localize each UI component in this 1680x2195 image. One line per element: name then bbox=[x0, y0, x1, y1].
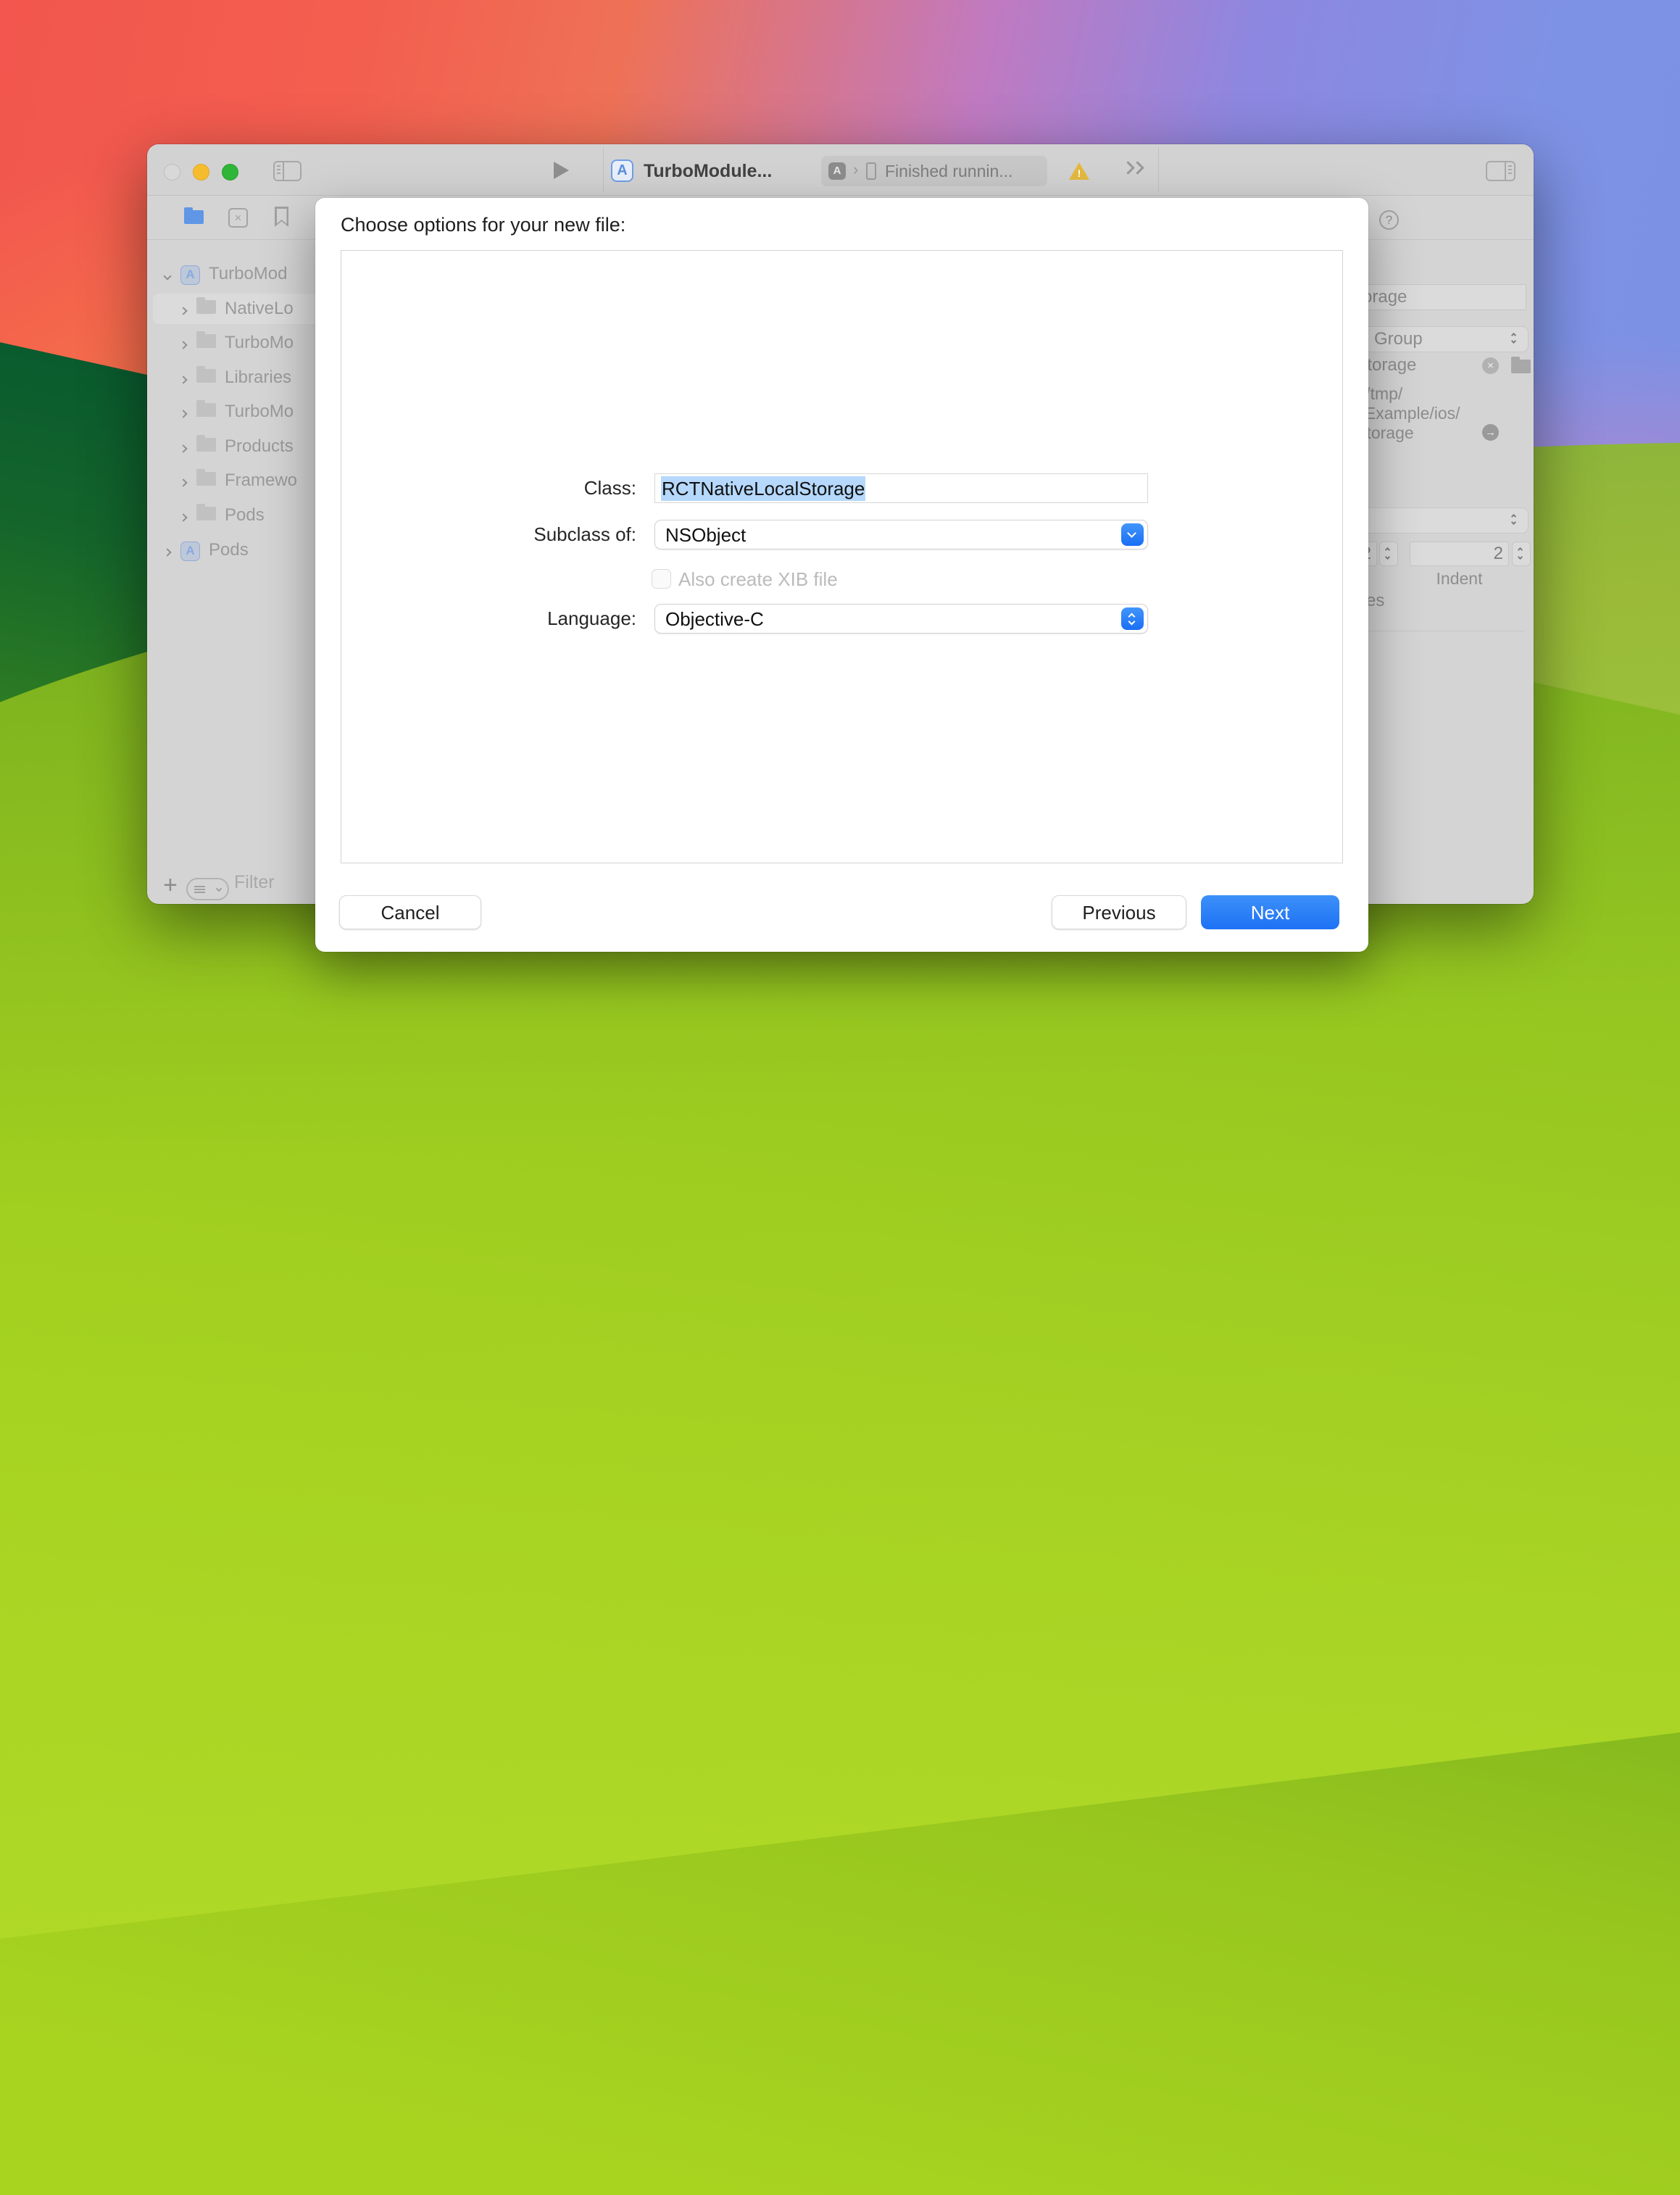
subclass-combobox[interactable]: NSObject bbox=[654, 520, 1148, 549]
indent-label: Indent bbox=[1410, 569, 1509, 589]
breadcrumb-chevron-icon: › bbox=[853, 160, 858, 179]
folder-icon bbox=[196, 300, 216, 314]
build-status-text: Finished runnin... bbox=[885, 162, 1012, 181]
chevron-down-icon bbox=[1127, 528, 1136, 538]
project-app-icon: A bbox=[611, 159, 633, 182]
traffic-minimize-button[interactable] bbox=[193, 164, 209, 181]
warning-icon[interactable]: ! bbox=[1069, 162, 1089, 180]
toolbar-overflow-chevrons-icon[interactable] bbox=[1123, 163, 1139, 176]
navigator-tab-project[interactable] bbox=[184, 210, 204, 228]
chevron-right-icon bbox=[1131, 161, 1144, 174]
sheet-title: Choose options for your new file: bbox=[341, 214, 625, 236]
traffic-close-button[interactable] bbox=[164, 164, 180, 181]
tree-row-label: Libraries bbox=[225, 368, 291, 388]
toolbar-separator bbox=[603, 147, 604, 192]
toolbar-separator bbox=[1158, 147, 1159, 192]
window-toolbar: A TurboModule... A › Finished runnin... … bbox=[147, 144, 1534, 196]
filter-input[interactable]: Filter bbox=[234, 872, 275, 893]
inspector-indent-field[interactable]: 2 bbox=[1410, 542, 1509, 566]
previous-button[interactable]: Previous bbox=[1052, 895, 1186, 929]
language-popup[interactable]: Objective-C bbox=[654, 604, 1148, 634]
chevron-right-icon[interactable] bbox=[165, 540, 170, 560]
chevron-right-icon[interactable] bbox=[180, 368, 186, 388]
sheet-content-box bbox=[341, 250, 1343, 863]
filter-lines-icon bbox=[194, 886, 205, 893]
next-button[interactable]: Next bbox=[1201, 895, 1339, 929]
filter-options-button[interactable] bbox=[186, 878, 229, 900]
clear-icon[interactable]: × bbox=[1482, 357, 1499, 374]
inspector-toggle-icon[interactable] bbox=[1486, 161, 1515, 181]
sidebar-toggle-icon[interactable] bbox=[273, 161, 302, 181]
new-file-options-sheet: Choose options for your new file: Class:… bbox=[315, 198, 1368, 952]
tree-row-label: TurboMod bbox=[209, 264, 288, 284]
chevron-right-icon[interactable] bbox=[180, 436, 186, 457]
folder-icon bbox=[196, 472, 216, 486]
run-button-icon[interactable] bbox=[554, 162, 569, 179]
activity-status-pill[interactable]: A › Finished runnin... bbox=[821, 156, 1047, 186]
cancel-button[interactable]: Cancel bbox=[339, 895, 481, 929]
inspector-group-row: lStorage bbox=[1352, 355, 1533, 377]
xib-checkbox[interactable] bbox=[652, 569, 671, 589]
inspector-divider bbox=[1347, 239, 1534, 240]
tree-row-label: Pods bbox=[209, 540, 249, 560]
folder-icon bbox=[196, 438, 216, 452]
folder-icon bbox=[184, 210, 204, 224]
subclass-value: NSObject bbox=[665, 524, 746, 546]
tree-row-label: Framewo bbox=[225, 470, 297, 491]
folder-icon bbox=[196, 334, 216, 348]
width-stepper[interactable] bbox=[1379, 542, 1398, 566]
chevron-right-icon[interactable] bbox=[180, 470, 186, 491]
tree-row-label: TurboMo bbox=[225, 402, 294, 422]
class-label: Class: bbox=[431, 477, 636, 499]
help-button[interactable]: ? bbox=[1379, 210, 1399, 230]
inspector-location-value: Group bbox=[1374, 329, 1423, 349]
toolbar-project-title[interactable]: TurboModule... bbox=[644, 161, 772, 182]
navigator-tab-changes[interactable]: × bbox=[228, 208, 248, 228]
language-label: Language: bbox=[431, 607, 636, 630]
chevron-down-icon bbox=[216, 886, 222, 892]
language-value: Objective-C bbox=[665, 608, 764, 630]
open-arrow-icon[interactable]: → bbox=[1482, 424, 1499, 441]
tree-row-label: Pods bbox=[225, 505, 265, 526]
tree-row-label: NativeLo bbox=[225, 299, 294, 319]
tree-row-label: TurboMo bbox=[225, 333, 294, 353]
folder-icon bbox=[196, 369, 216, 383]
choose-folder-icon[interactable] bbox=[1511, 360, 1531, 373]
subclass-of-label: Subclass of: bbox=[431, 523, 636, 546]
add-button[interactable]: + bbox=[163, 871, 178, 900]
chevron-down-icon bbox=[1128, 618, 1136, 626]
chevron-right-icon[interactable] bbox=[180, 402, 186, 422]
xib-checkbox-label: Also create XIB file bbox=[678, 568, 838, 591]
chevron-right-icon[interactable] bbox=[180, 299, 186, 319]
project-icon: A bbox=[180, 542, 200, 561]
selected-text: RCTNativeLocalStorage bbox=[661, 476, 865, 501]
device-iphone-icon bbox=[866, 162, 876, 180]
folder-icon bbox=[196, 507, 216, 520]
combo-dropdown-button[interactable] bbox=[1121, 523, 1144, 546]
indent-stepper[interactable] bbox=[1512, 542, 1531, 566]
folder-icon bbox=[196, 403, 216, 417]
scheme-app-icon: A bbox=[828, 162, 846, 180]
traffic-zoom-button[interactable] bbox=[222, 164, 238, 181]
navigator-tab-bookmarks[interactable] bbox=[275, 207, 288, 227]
chevron-right-icon[interactable] bbox=[180, 333, 186, 353]
chevron-down-icon[interactable] bbox=[165, 264, 170, 284]
tree-row-label: Products bbox=[225, 436, 294, 457]
popup-updown-button[interactable] bbox=[1121, 607, 1144, 630]
chevron-right-icon[interactable] bbox=[180, 505, 186, 526]
class-name-input[interactable]: RCTNativeLocalStorage bbox=[654, 473, 1148, 503]
truncated-label: es bbox=[1366, 591, 1384, 611]
project-icon: A bbox=[180, 265, 200, 285]
